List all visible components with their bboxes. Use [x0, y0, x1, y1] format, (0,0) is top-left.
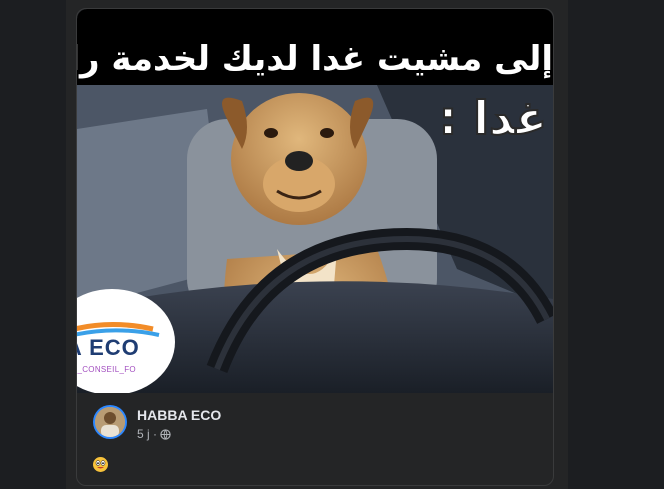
avatar-image	[95, 407, 125, 437]
reaction-row	[93, 457, 108, 476]
left-gutter	[0, 0, 66, 489]
post-meta: HABBA ECO 5 j ·	[93, 405, 533, 445]
post-image[interactable]: إلى مشيت غدا لديك لخدمة راني كلب غدا : B…	[77, 9, 553, 393]
post-card: إلى مشيت غدا لديك لخدمة راني كلب غدا : B…	[76, 8, 554, 486]
globe-icon	[160, 428, 171, 440]
logo-sub-text: CIAIRE_CONSEIL_FO	[77, 365, 136, 374]
post-time-row: 5 j ·	[137, 427, 171, 441]
post-time[interactable]: 5 j ·	[137, 427, 157, 441]
overlay-text: غدا :	[438, 90, 548, 146]
logo-main-text: BA ECO	[77, 335, 140, 360]
right-panel	[568, 0, 664, 489]
image-caption: إلى مشيت غدا لديك لخدمة راني كلب	[77, 33, 553, 85]
emoji-icon[interactable]	[93, 457, 108, 472]
author-name[interactable]: HABBA ECO	[137, 407, 221, 423]
author-avatar[interactable]	[93, 405, 127, 439]
